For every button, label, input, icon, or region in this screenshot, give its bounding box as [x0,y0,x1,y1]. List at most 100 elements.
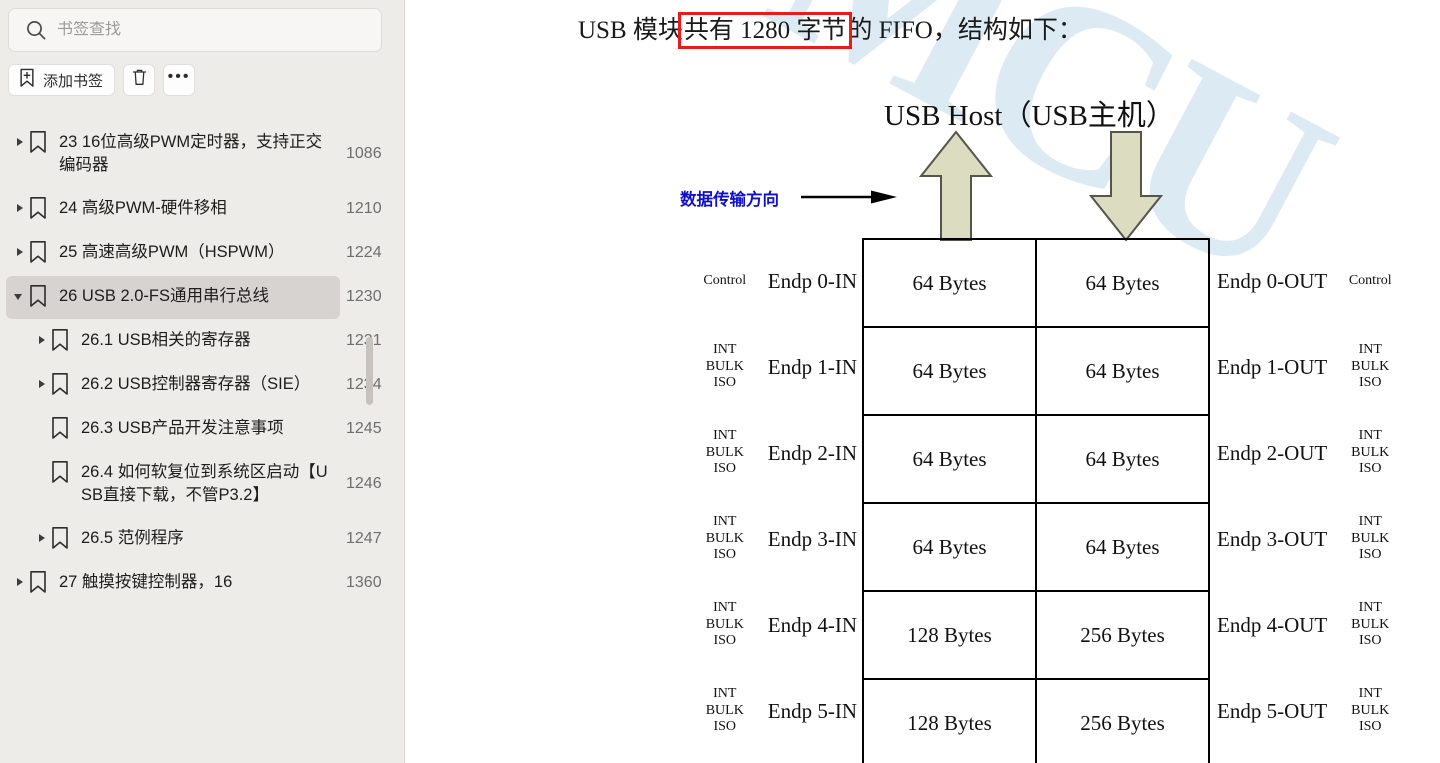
bookmark-item[interactable]: 26.4 如何软复位到系统区启动【USB直接下载，不管P3.2】 1246 [28,452,382,517]
bookmark-label: 26.1 USB相关的寄存器 [81,330,251,349]
bookmark-page-number: 1360 [346,574,382,592]
fifo-row: 128 Bytes 256 Bytes [862,590,1210,680]
endpoint-name: Endp 4-OUT [1217,612,1328,637]
fifo-out-size: 256 Bytes [1035,678,1210,763]
search-input[interactable] [57,21,369,39]
fifo-in-size: 64 Bytes [862,326,1037,416]
bookmark-page-number: 1234 [346,376,382,394]
bookmark-item[interactable]: 26.5 范例程序 1247 [28,518,382,561]
endpoint-labels-right: Control Endp 0-OUT INT BULK ISO Endp 1-OUT INT… [1217,238,1440,754]
chevron-right-icon[interactable] [12,243,28,263]
sidebar-scrollbar[interactable] [366,121,373,763]
bookmark-item[interactable]: 26.2 USB控制器寄存器（SIE） 1234 [28,364,382,407]
chevron-down-icon[interactable] [12,287,28,307]
heading-highlight: 共有 1280 字节 [677,12,853,49]
more-options-icon: ••• [167,68,191,85]
endpoint-row-left: INT BULK ISO Endp 3-IN [627,496,857,582]
more-options-button[interactable]: ••• [163,64,196,96]
bookmark-item[interactable]: 23 16位高级PWM定时器，支持正交编码器 1086 [6,122,382,187]
bookmarks-sidebar: 添加书签 ••• 23 16位高级PWM定时器，支持正交编码器 1086 24 高级… [0,0,405,763]
fifo-out-size: 64 Bytes [1035,238,1210,328]
upstream-arrow-icon [918,130,994,242]
bookmark-item[interactable]: 26.3 USB产品开发注意事项 1245 [28,408,382,451]
endpoint-transfer-types: INT BULK ISO [705,600,744,649]
endpoint-row-right: INT BULK ISO Endp 4-OUT [1217,582,1440,668]
bookmark-page-number: 1246 [346,475,382,493]
fifo-in-size: 128 Bytes [862,590,1037,680]
endpoint-row-right: INT BULK ISO Endp 3-OUT [1217,496,1440,582]
data-direction-arrow-icon [801,190,899,204]
bookmark-item[interactable]: 26 USB 2.0-FS通用串行总线 1230 [6,275,382,319]
add-bookmark-button[interactable]: 添加书签 [8,64,116,96]
bookmark-label: 26.5 范例程序 [81,528,184,547]
endpoint-transfer-types: INT BULK ISO [705,686,744,735]
delete-bookmark-button[interactable] [123,64,156,96]
endpoint-name: Endp 1-IN [767,354,857,379]
bookmark-list[interactable]: 23 16位高级PWM定时器，支持正交编码器 1086 24 高级PWM-硬件移相 1… [0,121,404,763]
chevron-right-icon[interactable] [12,573,28,593]
bookmark-page-number: 1230 [346,288,382,306]
bookmark-label: 24 高级PWM-硬件移相 [59,198,227,217]
endpoint-transfer-types: INT BULK ISO [705,342,744,391]
fifo-out-size: 64 Bytes [1035,502,1210,592]
sidebar-scrollbar-thumb[interactable] [366,337,373,405]
bookmark-icon [28,570,50,596]
endpoint-row-left: Control Endp 0-IN [627,238,857,324]
heading-before: USB 模块 [578,17,683,44]
chevron-right-icon[interactable] [12,133,28,153]
bookmark-label: 26 USB 2.0-FS通用串行总线 [59,286,269,305]
bookmark-icon [28,284,50,310]
endpoint-row-left: INT BULK ISO Endp 1-IN [627,324,857,410]
fifo-out-size: 64 Bytes [1035,414,1210,504]
bookmark-label: 23 16位高级PWM定时器，支持正交编码器 [59,133,323,175]
search-box[interactable] [8,8,382,52]
bookmark-item[interactable]: 27 触摸按键控制器，16 1360 [6,562,382,605]
page-title: USB 模块共有 1280 字节的 FIFO，结构如下： [578,10,1083,49]
endpoint-row-right: Control Endp 0-OUT [1217,238,1440,324]
endpoint-name: Endp 2-IN [767,440,857,465]
bookmark-icon [28,196,50,222]
chevron-right-icon[interactable] [34,529,50,549]
add-bookmark-label: 添加书签 [43,72,104,90]
endpoint-transfer-types: INT BULK ISO [1351,686,1390,735]
trash-icon [131,68,148,92]
data-direction-label: 数据传输方向 [680,190,779,209]
endpoint-name: Endp 5-IN [767,698,857,723]
bookmark-item[interactable]: 24 高级PWM-硬件移相 1210 [6,188,382,231]
bookmark-label: 26.3 USB产品开发注意事项 [81,418,284,437]
bookmark-icon [28,130,50,156]
search-area [0,0,404,52]
chevron-right-icon[interactable] [34,331,50,351]
endpoint-transfer-types: INT BULK ISO [1351,428,1390,477]
bookmark-item[interactable]: 25 高速高级PWM（HSPWM） 1224 [6,232,382,275]
fifo-row: 64 Bytes 64 Bytes [862,502,1210,592]
endpoint-transfer-types: Control [703,272,747,288]
endpoint-name: Endp 0-IN [767,268,857,293]
document-pane[interactable]: MCU USB 模块共有 1280 字节的 FIFO，结构如下： USB Hos… [405,0,1440,763]
endpoint-transfer-types: INT BULK ISO [705,428,744,477]
endpoint-transfer-types: INT BULK ISO [1351,342,1390,391]
bookmark-item[interactable]: 26.1 USB相关的寄存器 1231 [28,320,382,363]
chevron-right-icon[interactable] [12,199,28,219]
bookmark-icon [50,372,72,398]
endpoint-row-left: INT BULK ISO Endp 2-IN [627,410,857,496]
endpoint-transfer-types: INT BULK ISO [1351,514,1390,563]
bookmark-icon [50,328,72,354]
fifo-in-size: 64 Bytes [862,414,1037,504]
endpoint-name: Endp 5-OUT [1217,698,1328,723]
bookmark-label: 26.2 USB控制器寄存器（SIE） [81,374,311,393]
bookmark-page-number: 1245 [346,420,382,438]
endpoint-labels-left: Control Endp 0-IN INT BULK ISO Endp 1-IN INT BU… [627,238,857,754]
endpoint-name: Endp 2-OUT [1217,440,1328,465]
pdf-reader-window: 添加书签 ••• 23 16位高级PWM定时器，支持正交编码器 1086 24 高级… [0,0,1440,763]
endpoint-name: Endp 4-IN [767,612,857,637]
fifo-table: 64 Bytes 64 Bytes 64 Bytes 64 Bytes 64 Bytes… [862,238,1210,763]
bookmark-add-icon [18,68,36,93]
endpoint-transfer-types: INT BULK ISO [1351,600,1390,649]
bookmark-label: 27 触摸按键控制器，16 [59,572,233,591]
bookmark-label: 26.4 如何软复位到系统区启动【USB直接下载，不管P3.2】 [81,462,328,505]
bookmark-icon [50,460,72,486]
chevron-right-icon[interactable] [34,375,50,395]
search-icon [25,19,47,41]
